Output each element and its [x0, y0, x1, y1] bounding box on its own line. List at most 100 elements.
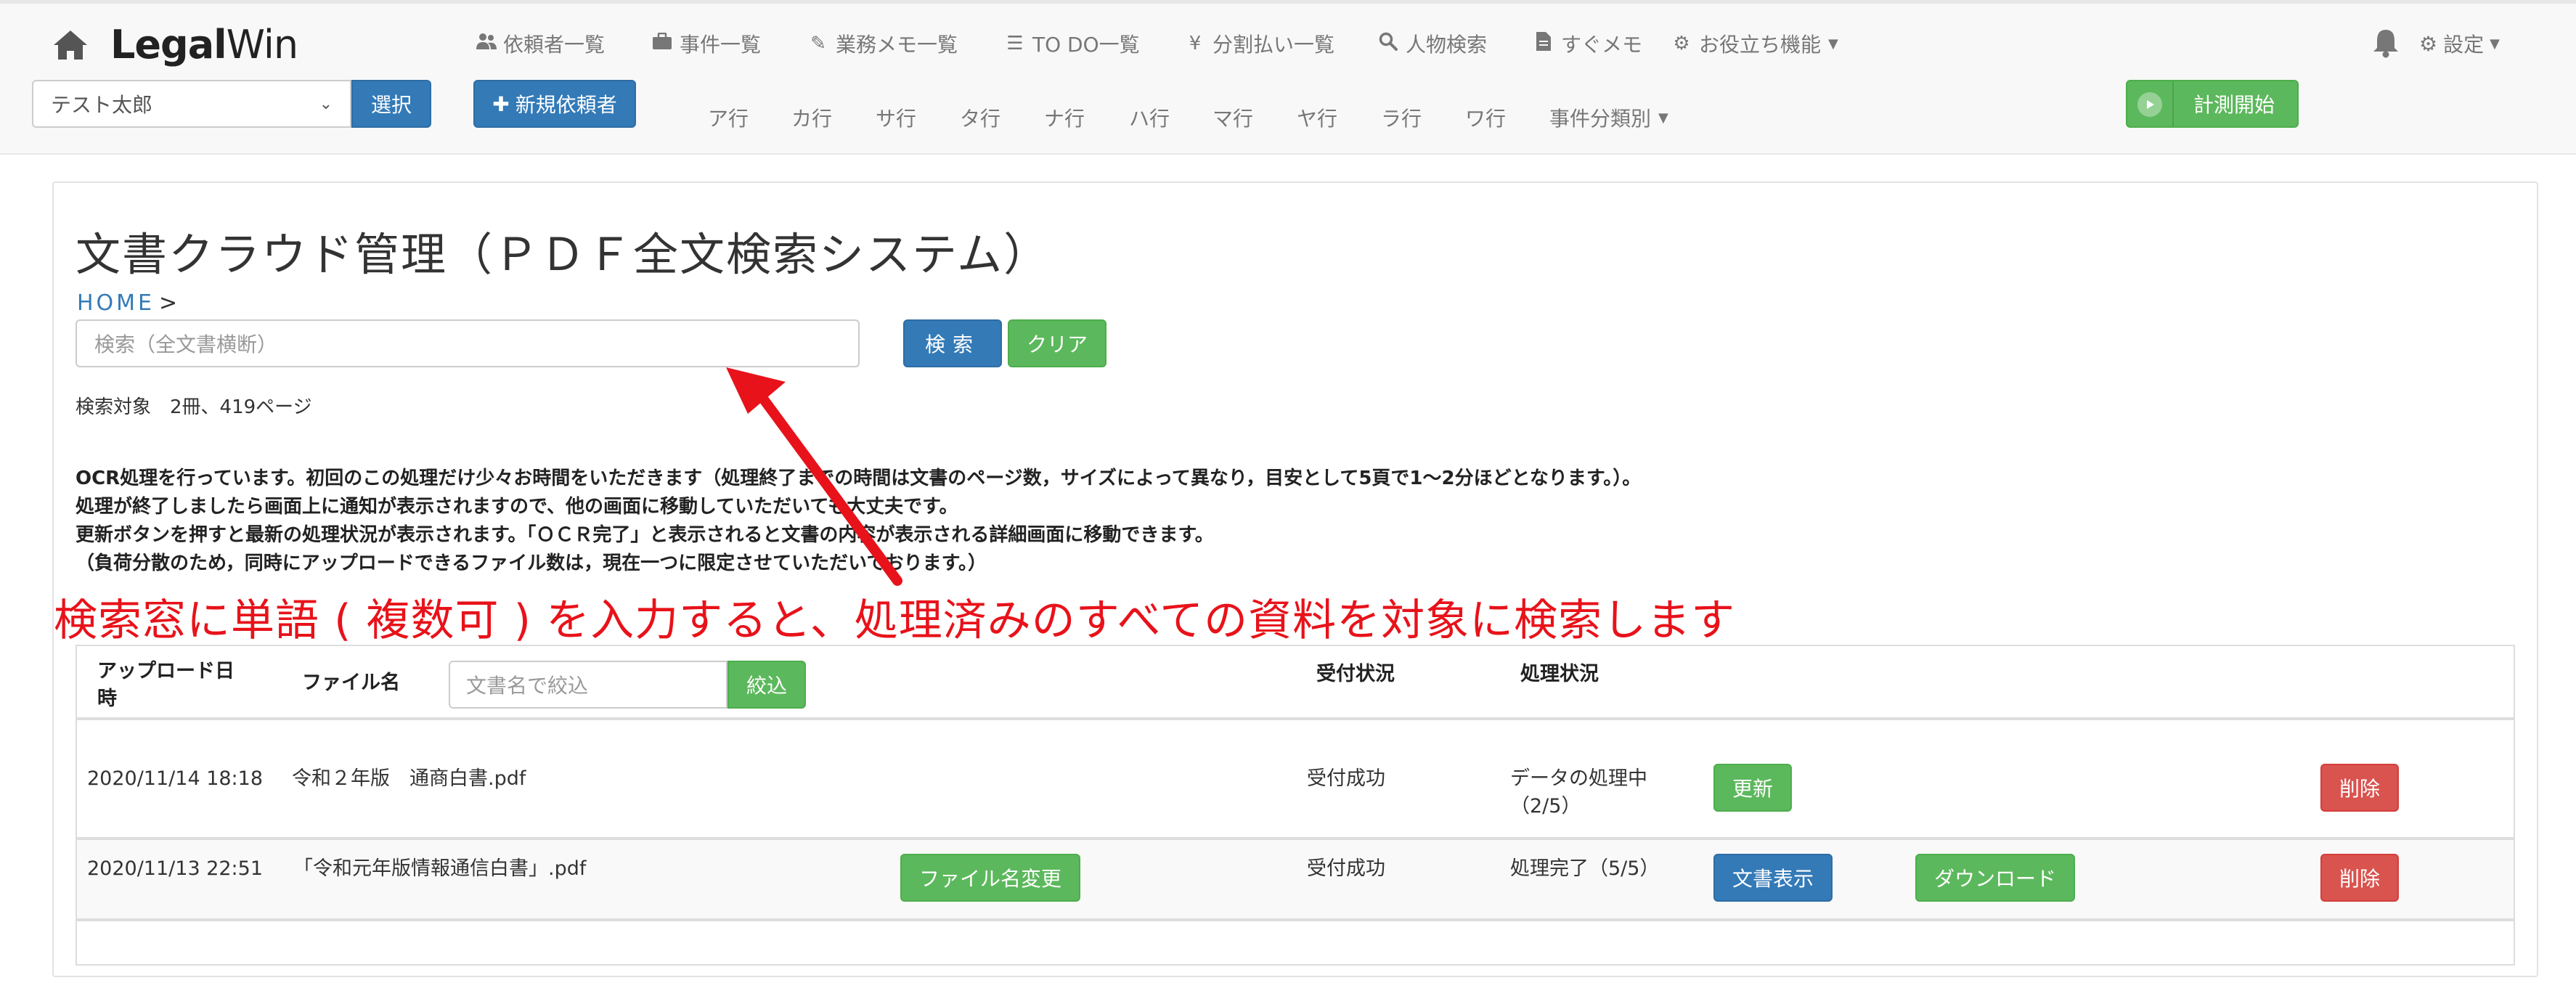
case-category-label: 事件分類別	[1549, 107, 1652, 131]
row1-reception: 受付成功	[1307, 767, 1385, 790]
nav-person-search[interactable]: 人物検索	[1378, 29, 1487, 58]
caret-down-icon: ▼	[2490, 36, 2500, 52]
client-select[interactable]: テスト太郎 ⌄	[32, 80, 351, 128]
new-client-label: 新規依頼者	[515, 93, 617, 117]
nav-quick-memo[interactable]: すぐメモ	[1533, 29, 1642, 58]
col-header-upload-date-line: 時	[97, 688, 117, 710]
filter-placeholder: 文書名で絞込	[466, 674, 589, 698]
plus-icon: ✚	[492, 91, 510, 116]
col-header-file-name: ファイル名	[302, 672, 400, 694]
search-icon	[1378, 32, 1398, 56]
nav-memo-list[interactable]: ✎ 業務メモ一覧	[808, 29, 958, 58]
nav-todo-list-label: TO DO一覧	[1032, 33, 1140, 57]
kana-tab-ta[interactable]: タ行	[960, 103, 1000, 132]
ocr-notice-line: 更新ボタンを押すと最新の処理状況が表示されます。「ＯＣＲ完了」と表示されると文書…	[76, 524, 1214, 546]
kana-tab-wa[interactable]: ワ行	[1465, 103, 1506, 132]
breadcrumb: HOME >	[77, 290, 177, 316]
row2-rename-button[interactable]: ファイル名変更	[900, 854, 1080, 902]
caret-down-icon: ▼	[1658, 110, 1668, 126]
gear-icon: ⚙	[1673, 33, 1690, 54]
select-client-button[interactable]: 選択	[351, 80, 431, 128]
clear-button[interactable]: クリア	[1008, 319, 1106, 367]
ocr-notice-line: 処理が終了しましたら画面上に通知が表示されますので、他の画面に移動していただいて…	[76, 496, 958, 518]
row1-delete-button[interactable]: 削除	[2320, 764, 2399, 812]
kana-tab-ra[interactable]: ラ行	[1381, 103, 1422, 132]
client-select-value: テスト太郎	[51, 93, 153, 117]
brand-logo[interactable]: LegalWin	[52, 22, 298, 68]
kana-tab-na[interactable]: ナ行	[1044, 103, 1085, 132]
nav-useful-features-label: お役立ち機能	[1699, 33, 1822, 57]
row2-view-document-button[interactable]: 文書表示	[1713, 854, 1833, 902]
page-title: 文書クラウド管理（ＰＤＦ全文検索システム）	[76, 228, 1051, 281]
nav-useful-features-dropdown[interactable]: ⚙ お役立ち機能 ▼	[1671, 29, 1838, 58]
row1-status: データの処理中 （2/5）	[1510, 765, 1647, 820]
fulltext-search-input[interactable]: 検索（全文書横断）	[76, 319, 860, 367]
home-icon	[54, 30, 87, 60]
row1-upload-date: 2020/11/14 18:18	[87, 767, 264, 790]
new-client-button[interactable]: ✚ 新規依頼者	[473, 80, 636, 128]
col-header-reception: 受付状況	[1316, 663, 1395, 685]
row2-upload-date: 2020/11/13 22:51	[87, 857, 264, 880]
col-header-processing: 処理状況	[1520, 663, 1599, 685]
nav-person-search-label: 人物検索	[1406, 33, 1488, 57]
bell-icon[interactable]	[2372, 28, 2400, 58]
settings-label: 設定	[2443, 33, 2485, 57]
kana-tab-a[interactable]: ア行	[708, 103, 749, 132]
nav-client-list-label: 依頼者一覧	[503, 33, 606, 57]
start-timer-button[interactable]: 計測開始	[2126, 80, 2299, 128]
pencil-icon: ✎	[810, 33, 826, 54]
nav-quick-memo-label: すぐメモ	[1561, 33, 1643, 57]
row2-reception: 受付成功	[1307, 857, 1385, 880]
nav-installment-list[interactable]: ¥ 分割払い一覧	[1185, 29, 1334, 58]
row2-delete-button[interactable]: 削除	[2320, 854, 2399, 902]
gear-icon: ⚙	[2419, 31, 2438, 56]
caret-down-icon: ▼	[1828, 36, 1838, 52]
users-icon	[476, 32, 497, 56]
breadcrumb-separator: >	[159, 290, 178, 316]
list-icon: ☰	[1006, 33, 1024, 54]
ocr-notice-line: （負荷分散のため，同時にアップロードできるファイル数は，現在一つに限定させていた…	[76, 552, 987, 574]
breadcrumb-home-link[interactable]: HOME	[77, 290, 155, 316]
nav-client-list[interactable]: 依頼者一覧	[476, 29, 605, 58]
nav-todo-list[interactable]: ☰ TO DO一覧	[1005, 29, 1140, 58]
nav-case-list[interactable]: 事件一覧	[652, 29, 761, 58]
nav-installment-list-label: 分割払い一覧	[1212, 33, 1335, 57]
case-category-dropdown[interactable]: 事件分類別 ▼	[1549, 103, 1668, 132]
ocr-notice-line: OCR処理を行っています。初回のこの処理だけ少々お時間をいただきます（処理終了ま…	[76, 468, 1642, 489]
row1-update-button[interactable]: 更新	[1713, 764, 1792, 812]
top-navbar	[0, 0, 2576, 155]
chevron-down-icon: ⌄	[319, 94, 333, 113]
search-placeholder: 検索（全文書横断）	[94, 333, 278, 356]
row1-status-line: データの処理中	[1510, 767, 1647, 790]
kana-tab-ma[interactable]: マ行	[1212, 103, 1253, 132]
table-header-divider	[76, 717, 2515, 720]
row1-status-line: （2/5）	[1510, 795, 1581, 817]
file-icon	[1533, 31, 1554, 57]
briefcase-icon	[652, 32, 672, 55]
row2-download-button[interactable]: ダウンロード	[1915, 854, 2075, 902]
search-target-summary: 検索対象 2冊、419ページ	[76, 396, 312, 418]
row1-file-name: 令和２年版 通商白書.pdf	[292, 767, 526, 790]
nav-case-list-label: 事件一覧	[680, 33, 762, 57]
filter-button[interactable]: 絞込	[727, 661, 806, 709]
button-divider	[2172, 81, 2174, 126]
play-icon	[2137, 92, 2162, 117]
row2-status: 処理完了（5/5）	[1510, 857, 1660, 880]
nav-memo-list-label: 業務メモ一覧	[836, 33, 958, 57]
start-timer-label: 計測開始	[2193, 93, 2275, 117]
kana-tab-ka[interactable]: カ行	[791, 103, 832, 132]
col-header-upload-date: アップロード日 時	[97, 658, 235, 713]
annotation-text: 検索窓に単語 ( 複数可 ) を入力すると、処理済みのすべての資料を対象に検索し…	[54, 595, 1736, 646]
table-row-divider	[76, 918, 2515, 921]
kana-tab-ya[interactable]: ヤ行	[1297, 103, 1337, 132]
row2-file-name: 「令和元年版情報通信白書」.pdf	[293, 857, 587, 880]
kana-tab-sa[interactable]: サ行	[876, 103, 916, 132]
ocr-notice: OCR処理を行っています。初回のこの処理だけ少々お時間をいただきます（処理終了ま…	[76, 465, 1641, 578]
filename-filter-input[interactable]: 文書名で絞込	[449, 661, 727, 709]
col-header-upload-date-line: アップロード日	[97, 660, 235, 682]
brand-name: LegalWin	[110, 22, 298, 68]
search-button[interactable]: 検索	[903, 319, 1002, 367]
yen-icon: ¥	[1189, 33, 1202, 54]
settings-dropdown[interactable]: ⚙ 設定 ▼	[2419, 29, 2500, 58]
kana-tab-ha[interactable]: ハ行	[1129, 103, 1170, 132]
